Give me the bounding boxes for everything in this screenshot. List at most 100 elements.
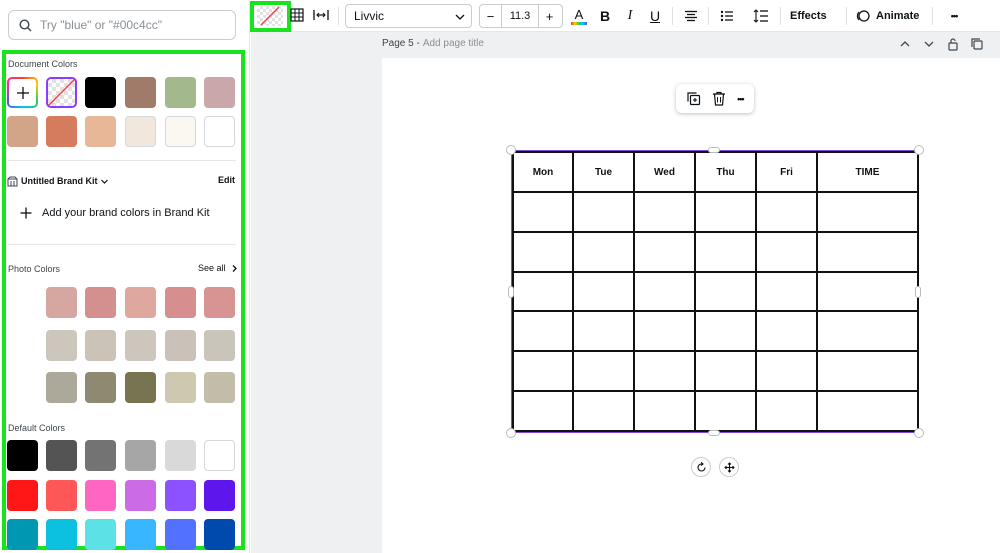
photo-color-swatch[interactable] <box>85 330 116 361</box>
table-cell[interactable] <box>572 310 635 353</box>
add-brand-colors-button[interactable]: Add your brand colors in Brand Kit <box>20 207 210 219</box>
add-color-button[interactable] <box>7 77 38 108</box>
table-cell[interactable] <box>512 230 574 273</box>
photo-color-swatch[interactable] <box>165 330 196 361</box>
photo-color-swatch[interactable] <box>125 330 156 361</box>
effects-button[interactable]: Effects <box>790 6 827 26</box>
color-search-input[interactable] <box>40 18 230 32</box>
table-cell[interactable] <box>572 270 635 313</box>
default-color-swatch[interactable] <box>7 480 38 511</box>
weekly-schedule-table[interactable]: Mon Tue Wed Thu Fri TIME <box>512 151 919 432</box>
move-button[interactable] <box>719 457 739 477</box>
photo-color-swatch[interactable] <box>125 287 156 318</box>
table-cell[interactable] <box>755 230 818 273</box>
default-color-swatch[interactable] <box>7 440 38 471</box>
default-color-swatch[interactable] <box>125 440 156 471</box>
default-color-swatch[interactable] <box>46 480 77 511</box>
table-cell[interactable] <box>694 390 757 432</box>
font-family-select[interactable]: Livvic <box>345 4 472 28</box>
line-spacing-button[interactable] <box>752 7 770 25</box>
font-size-value[interactable]: 11.3 <box>501 5 539 27</box>
table-cell[interactable] <box>755 310 818 353</box>
brand-kit-edit-button[interactable]: Edit <box>218 175 235 185</box>
font-size-stepper[interactable]: − 11.3 + <box>479 4 563 28</box>
spacing-button[interactable] <box>312 7 330 23</box>
photo-color-swatch[interactable] <box>165 287 196 318</box>
font-size-decrease-button[interactable]: − <box>480 5 501 27</box>
see-all-link[interactable]: See all <box>198 263 239 273</box>
default-color-swatch[interactable] <box>125 480 156 511</box>
text-color-button[interactable]: A <box>570 5 588 27</box>
table-cell[interactable] <box>694 191 757 233</box>
default-color-swatch[interactable] <box>165 440 196 471</box>
photo-color-swatch[interactable] <box>85 287 116 318</box>
table-cell[interactable] <box>572 230 635 273</box>
document-color-swatch[interactable] <box>204 116 235 147</box>
table-cell[interactable] <box>572 350 635 393</box>
default-color-swatch[interactable] <box>204 519 235 550</box>
duplicate-page-icon[interactable] <box>970 37 984 51</box>
table-cell[interactable] <box>633 310 696 353</box>
more-options-button[interactable]: ••• <box>943 6 965 26</box>
list-button[interactable] <box>718 7 736 25</box>
chevron-up-icon[interactable] <box>898 37 912 51</box>
document-color-swatch[interactable] <box>7 116 38 147</box>
table-header-cell[interactable]: Thu <box>694 151 757 193</box>
document-color-swatch[interactable] <box>165 77 196 108</box>
align-button[interactable] <box>682 7 700 25</box>
default-color-swatch[interactable] <box>204 480 235 511</box>
table-cell[interactable] <box>512 191 574 233</box>
transparent-swatch[interactable] <box>46 77 77 108</box>
default-color-swatch[interactable] <box>165 519 196 550</box>
table-cell[interactable] <box>755 390 818 432</box>
lock-icon[interactable] <box>946 37 960 51</box>
underline-button[interactable]: U <box>646 6 664 26</box>
table-cell[interactable] <box>512 350 574 393</box>
default-color-swatch[interactable] <box>85 519 116 550</box>
table-cell[interactable] <box>816 350 919 393</box>
page-title-input[interactable]: Add page title <box>423 38 484 49</box>
resize-handle-top-right[interactable] <box>914 145 924 155</box>
rotate-button[interactable] <box>691 457 711 477</box>
photo-color-swatch[interactable] <box>125 372 156 403</box>
photo-color-swatch[interactable] <box>85 372 116 403</box>
table-cell[interactable] <box>572 191 635 233</box>
photo-color-swatch[interactable] <box>165 372 196 403</box>
table-cell[interactable] <box>694 350 757 393</box>
table-cell[interactable] <box>755 350 818 393</box>
table-cell[interactable] <box>816 191 919 233</box>
default-color-swatch[interactable] <box>46 519 77 550</box>
table-cell[interactable] <box>633 191 696 233</box>
table-cell[interactable] <box>512 390 574 432</box>
table-cell[interactable] <box>633 390 696 432</box>
table-cell[interactable] <box>816 230 919 273</box>
italic-button[interactable]: I <box>621 6 639 26</box>
table-cell[interactable] <box>694 310 757 353</box>
table-header-cell[interactable]: Tue <box>572 151 635 193</box>
photo-color-swatch[interactable] <box>204 372 235 403</box>
table-cell[interactable] <box>512 310 574 353</box>
resize-handle-right[interactable] <box>915 286 921 298</box>
duplicate-icon[interactable] <box>686 91 701 106</box>
table-cell[interactable] <box>755 270 818 313</box>
color-search-box[interactable] <box>8 10 236 40</box>
table-cell[interactable] <box>694 230 757 273</box>
table-header-cell[interactable]: Fri <box>755 151 818 193</box>
table-cell[interactable] <box>633 350 696 393</box>
default-color-swatch[interactable] <box>46 440 77 471</box>
document-color-swatch[interactable] <box>165 116 196 147</box>
table-grid-button[interactable] <box>289 7 305 23</box>
table-cell[interactable] <box>816 310 919 353</box>
resize-handle-top-left[interactable] <box>506 145 516 155</box>
photo-color-swatch[interactable] <box>46 330 77 361</box>
trash-icon[interactable] <box>712 91 726 106</box>
table-cell[interactable] <box>755 191 818 233</box>
document-color-swatch[interactable] <box>85 77 116 108</box>
table-header-cell[interactable]: Mon <box>512 151 574 193</box>
photo-color-swatch[interactable] <box>204 287 235 318</box>
animate-button[interactable]: Animate <box>856 6 919 26</box>
font-size-increase-button[interactable]: + <box>539 5 560 27</box>
document-color-swatch[interactable] <box>125 77 156 108</box>
chevron-down-icon[interactable] <box>922 37 936 51</box>
table-cell[interactable] <box>572 390 635 432</box>
